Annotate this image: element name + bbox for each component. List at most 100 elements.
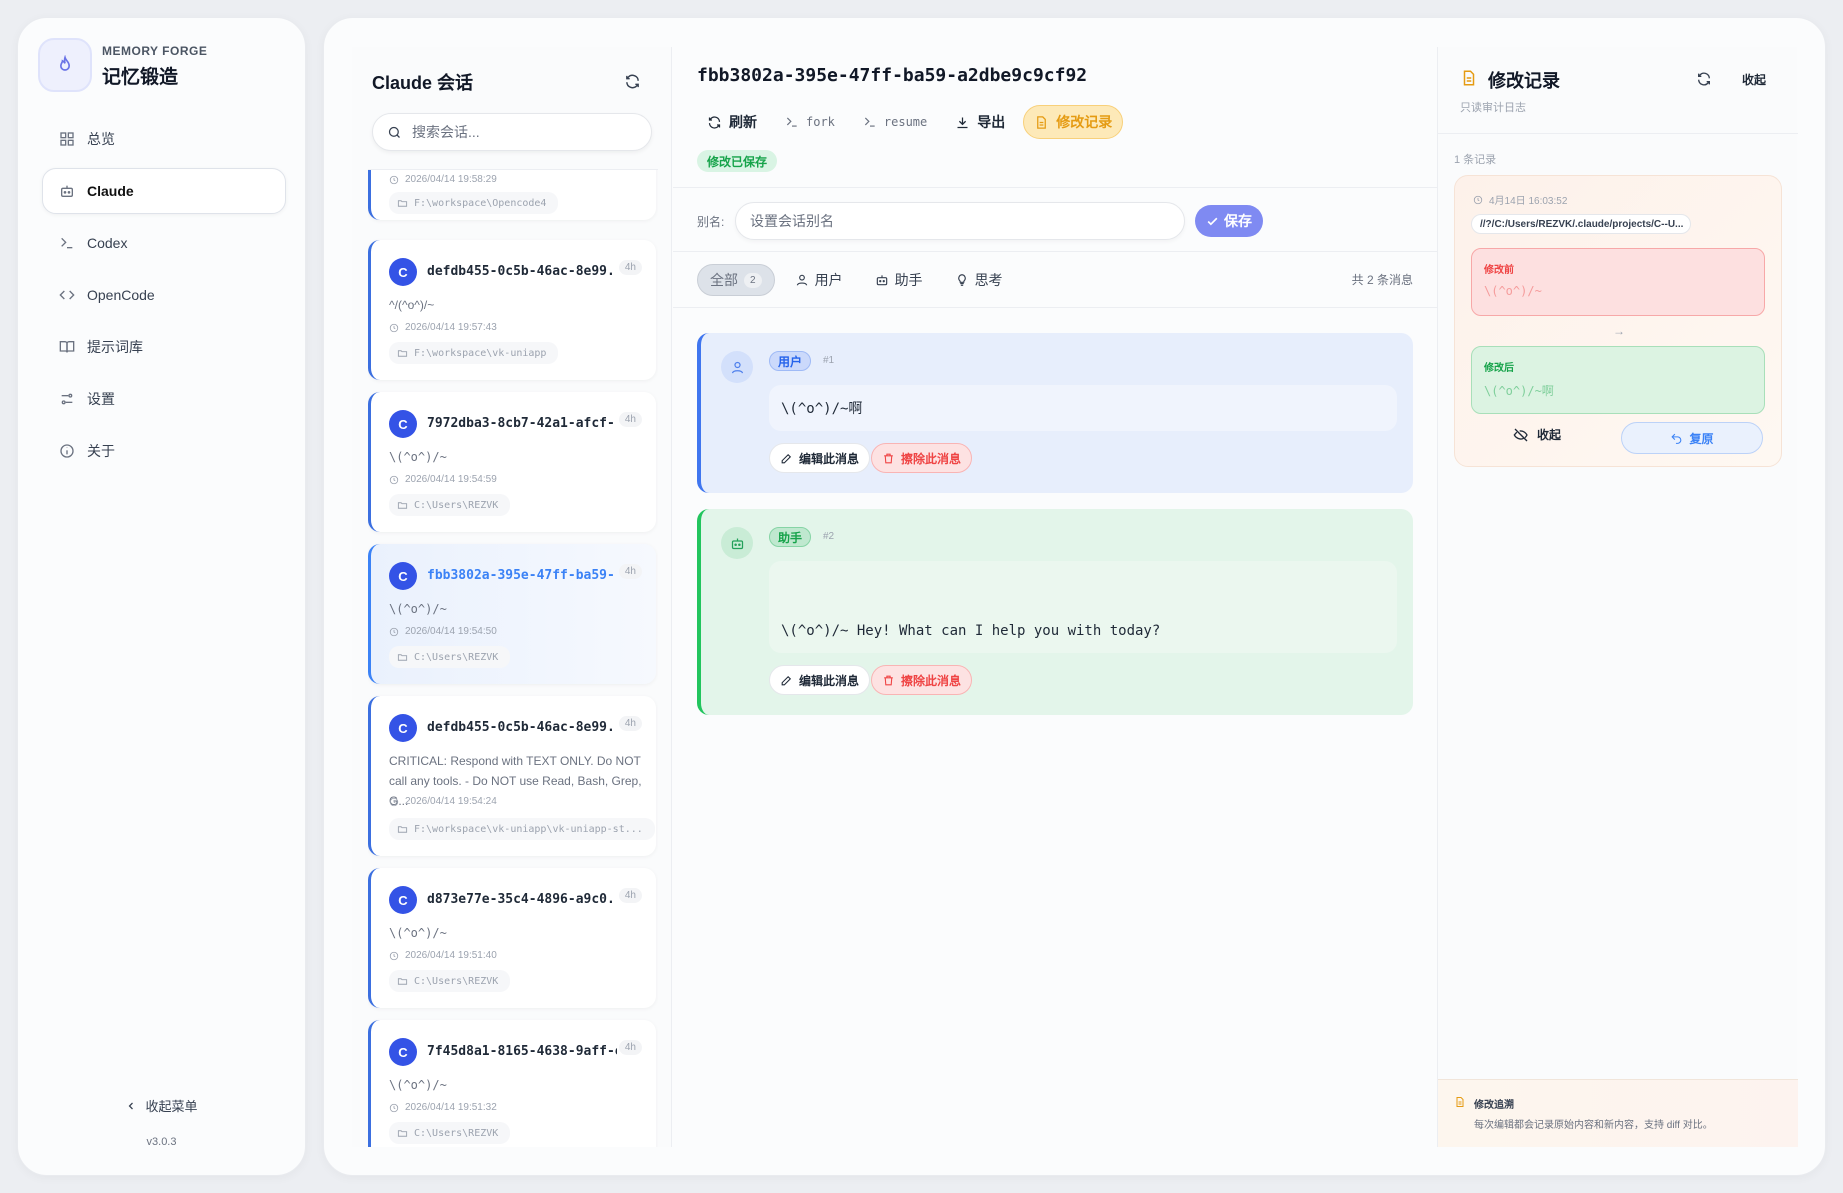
bot-icon	[875, 273, 889, 287]
claude-badge: C	[389, 410, 417, 438]
divider	[1438, 133, 1798, 134]
session-id: 7972dba3-8cb7-42a1-afcf-...	[427, 416, 617, 431]
sidebar-item-about[interactable]: 关于	[42, 428, 286, 474]
session-age: 4h	[618, 260, 642, 275]
save-label: 保存	[1224, 213, 1252, 229]
export-label: 导出	[977, 114, 1006, 130]
delete-label: 擦除此消息	[901, 673, 962, 688]
sidebar-item-overview[interactable]: 总览	[42, 116, 286, 162]
sidebar-item-label: OpenCode	[87, 287, 155, 303]
record-fold-button[interactable]: 收起	[1513, 426, 1561, 443]
session-id: 7f45d8a1-8165-4638-9aff-e...	[427, 1044, 617, 1059]
book-icon	[59, 339, 75, 355]
after-label: 修改后	[1484, 363, 1514, 374]
divider	[673, 251, 1437, 252]
claude-badge: C	[389, 1038, 417, 1066]
history-collapse-button[interactable]: 收起	[1742, 71, 1766, 88]
bot-icon	[59, 183, 75, 199]
session-path: C:\Users\REZVK	[389, 1122, 511, 1144]
footer-description: 每次编辑都会记录原始内容和新内容，支持 diff 对比。	[1474, 1120, 1713, 1131]
refresh-button[interactable]: 刷新	[697, 105, 767, 139]
filter-all[interactable]: 全部 2	[697, 264, 775, 296]
claude-badge: C	[389, 562, 417, 590]
filter-all-count: 2	[744, 272, 762, 288]
session-path: F:\workspace\vk-uniapp\vk-uniapp-st...	[389, 818, 655, 840]
sidebar-item-claude[interactable]: Claude	[42, 168, 286, 214]
history-panel: 修改记录 只读审计日志 收起 1 条记录 4月14日 16:03:52 //?/…	[1437, 47, 1798, 1147]
restore-label: 复原	[1689, 431, 1714, 446]
filter-thinking[interactable]: 思考	[943, 264, 1015, 296]
edit-message-button[interactable]: 编辑此消息	[769, 665, 871, 695]
delete-message-button[interactable]: 擦除此消息	[871, 665, 973, 695]
before-value: \(^o^)/~	[1484, 284, 1542, 298]
alias-input[interactable]	[750, 213, 1170, 229]
session-time: 2026/04/14 19:54:59	[389, 474, 497, 485]
bot-avatar-icon	[721, 527, 753, 559]
terminal-icon	[863, 115, 877, 129]
session-path: C:\Users\REZVK	[389, 970, 511, 992]
message-user: 用户 #1 \(^o^)/~啊 编辑此消息 擦除此消息	[697, 333, 1413, 493]
filter-assistant-label: 助手	[894, 272, 923, 288]
footer-title: 修改追溯	[1474, 1100, 1514, 1111]
fold-label: 收起	[1537, 428, 1562, 442]
session-card[interactable]: C 7f45d8a1-8165-4638-9aff-e... 4h \(^o^)…	[368, 1020, 656, 1147]
conversation-toolbar: 刷新 fork resume 导出 修改记录	[697, 105, 1124, 139]
refresh-icon[interactable]	[1696, 71, 1712, 87]
lightbulb-icon	[955, 273, 969, 287]
sidebar-item-settings[interactable]: 设置	[42, 376, 286, 422]
session-path: F:\workspace\vk-uniapp	[389, 342, 559, 364]
fork-label: fork	[806, 115, 835, 129]
terminal-icon	[59, 235, 75, 251]
session-preview: ^/(^o^)/~	[389, 298, 435, 312]
edit-message-button[interactable]: 编辑此消息	[769, 443, 871, 473]
trash-icon	[882, 674, 895, 687]
search-icon	[387, 125, 402, 140]
resume-label: resume	[883, 115, 928, 129]
save-button[interactable]: 保存	[1195, 205, 1263, 237]
search-input[interactable]	[412, 124, 632, 140]
sidebar-item-codex[interactable]: Codex	[42, 220, 286, 266]
session-id: defdb455-0c5b-46ac-8e99...	[427, 720, 617, 735]
pencil-icon	[780, 674, 793, 687]
export-button[interactable]: 导出	[945, 105, 1015, 139]
sidebar-item-label: 总览	[87, 131, 115, 147]
message-number: #1	[823, 355, 835, 366]
file-icon	[1034, 115, 1049, 130]
sidebar-nav: 总览 Claude Codex OpenCode 提示词库 设置 关于	[42, 116, 286, 480]
session-card[interactable]: C defdb455-0c5b-46ac-8e99... 4h ^/(^o^)/…	[368, 240, 656, 380]
resume-button[interactable]: resume	[853, 105, 937, 139]
fork-button[interactable]: fork	[775, 105, 845, 139]
info-icon	[59, 443, 75, 459]
session-age: 4h	[618, 716, 642, 731]
filter-assistant[interactable]: 助手	[863, 264, 935, 296]
session-card[interactable]: C defdb455-0c5b-46ac-8e99... 4h CRITICAL…	[368, 696, 656, 856]
message-content: \(^o^)/~ Hey! What can I help you with t…	[769, 561, 1397, 653]
session-id: defdb455-0c5b-46ac-8e99...	[427, 264, 617, 279]
delete-message-button[interactable]: 擦除此消息	[871, 443, 973, 473]
brand-name-zh: 记忆锻造	[102, 67, 179, 88]
brand-name-en: MEMORY FORGE	[102, 44, 208, 58]
restore-button[interactable]: 复原	[1621, 422, 1763, 454]
history-title: 修改记录	[1488, 71, 1560, 91]
session-card[interactable]: C d873e77e-35c4-4896-a9c0... 4h \(^o^)/~…	[368, 868, 656, 1008]
collapse-menu-button[interactable]: 收起菜单	[18, 1096, 305, 1115]
filter-user[interactable]: 用户	[783, 264, 855, 296]
check-icon	[1206, 215, 1219, 228]
sidebar: MEMORY FORGE 记忆锻造 总览 Claude Codex OpenCo…	[17, 17, 306, 1176]
session-id: d873e77e-35c4-4896-a9c0...	[427, 892, 617, 907]
record-count: 1 条记录	[1454, 154, 1497, 166]
history-footer: 修改追溯 每次编辑都会记录原始内容和新内容，支持 diff 对比。	[1438, 1079, 1798, 1147]
sidebar-item-prompts[interactable]: 提示词库	[42, 324, 286, 370]
session-card[interactable]: 2026/04/14 19:58:29 F:\workspace\Opencod…	[368, 170, 656, 220]
sidebar-item-opencode[interactable]: OpenCode	[42, 272, 286, 318]
refresh-icon[interactable]	[624, 73, 641, 90]
history-subtitle: 只读审计日志	[1460, 102, 1526, 114]
message-assistant: 助手 #2 \(^o^)/~ Hey! What can I help you …	[697, 509, 1413, 715]
session-age: 4h	[618, 1040, 642, 1055]
session-id: fbb3802a-395e-47ff-ba59-...	[427, 568, 617, 583]
session-card[interactable]: C 7972dba3-8cb7-42a1-afcf-... 4h \(^o^)/…	[368, 392, 656, 532]
history-button[interactable]: 修改记录	[1023, 105, 1124, 139]
session-card-selected[interactable]: C fbb3802a-395e-47ff-ba59-... 4h \(^o^)/…	[368, 544, 656, 684]
role-badge: 用户	[769, 351, 812, 371]
history-record: 4月14日 16:03:52 //?/C:/Users/REZVK/.claud…	[1454, 175, 1782, 467]
